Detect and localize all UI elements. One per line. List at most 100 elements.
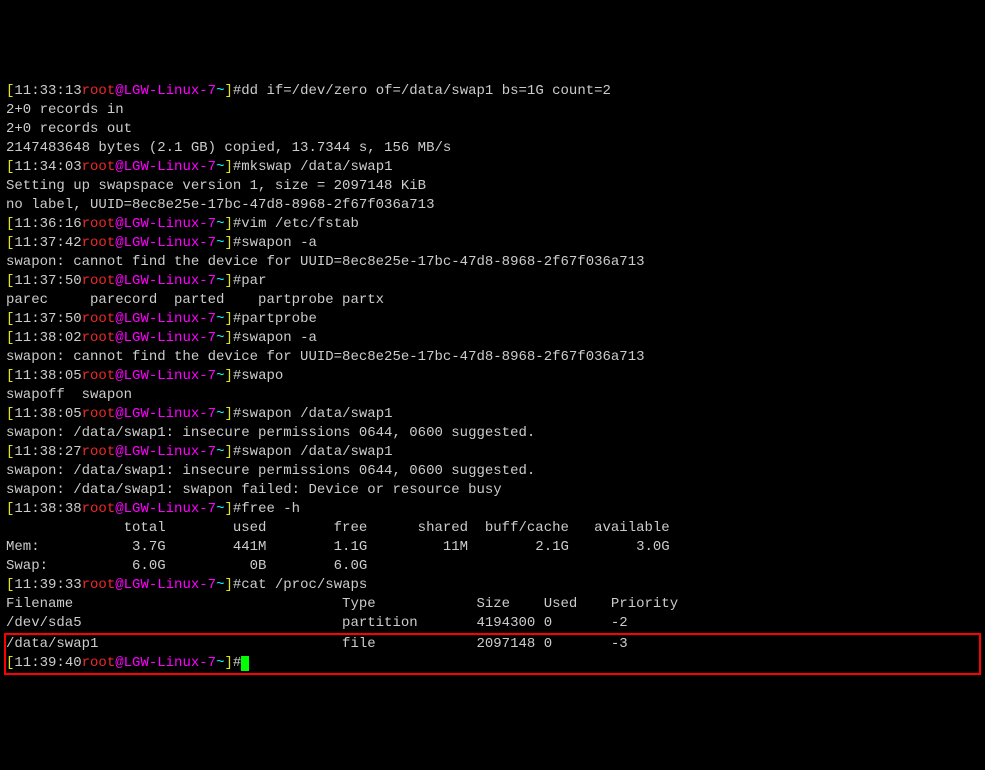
terminal-line: [11:37:50root@LGW-Linux-7~]#partprobe xyxy=(6,310,979,329)
terminal-segment: swapon: /data/swap1: insecure permission… xyxy=(6,463,535,479)
prompt-user: root xyxy=(82,655,116,671)
terminal-line: [11:37:50root@LGW-Linux-7~]#par xyxy=(6,272,979,291)
terminal-segment: #vim /etc/fstab xyxy=(233,216,359,232)
terminal-segment: @LGW-Linux-7 xyxy=(115,311,216,327)
terminal-segment: swapoff swapon xyxy=(6,387,132,403)
terminal-segment: 11:33:13 xyxy=(14,83,81,99)
terminal-segment: root xyxy=(82,273,116,289)
terminal-segment: root xyxy=(82,444,116,460)
terminal-segment: ] xyxy=(224,577,232,593)
terminal-segment: @LGW-Linux-7 xyxy=(115,235,216,251)
terminal-segment: /dev/sda5 partition 4194300 0 -2 xyxy=(6,615,628,631)
terminal-line: [11:37:42root@LGW-Linux-7~]#swapon -a xyxy=(6,234,979,253)
terminal-line: [11:38:27root@LGW-Linux-7~]#swapon /data… xyxy=(6,443,979,462)
terminal-segment: @LGW-Linux-7 xyxy=(115,501,216,517)
terminal-segment: root xyxy=(82,406,116,422)
terminal-segment: 11:37:50 xyxy=(14,273,81,289)
terminal-line: total used free shared buff/cache availa… xyxy=(6,519,979,538)
terminal-segment: #swapon -a xyxy=(233,235,317,251)
terminal-segment: root xyxy=(82,330,116,346)
terminal-segment: #cat /proc/swaps xyxy=(233,577,367,593)
terminal-segment: ] xyxy=(224,444,232,460)
terminal-segment: ] xyxy=(224,216,232,232)
prompt-time: 11:39:40 xyxy=(14,655,81,671)
terminal-segment: @LGW-Linux-7 xyxy=(115,83,216,99)
terminal-line: swapon: cannot find the device for UUID=… xyxy=(6,348,979,367)
terminal-line: parec parecord parted partprobe partx xyxy=(6,291,979,310)
terminal-segment: root xyxy=(82,216,116,232)
terminal-segment: swapon: /data/swap1: swapon failed: Devi… xyxy=(6,482,502,498)
terminal-line: no label, UUID=8ec8e25e-17bc-47d8-8968-2… xyxy=(6,196,979,215)
terminal-segment: @LGW-Linux-7 xyxy=(115,368,216,384)
terminal-segment: #swapon /data/swap1 xyxy=(233,444,393,460)
terminal-segment: ] xyxy=(224,406,232,422)
terminal-segment: 11:37:50 xyxy=(14,311,81,327)
terminal-line: swapoff swapon xyxy=(6,386,979,405)
terminal-segment: 11:34:03 xyxy=(14,159,81,175)
terminal-segment: root xyxy=(82,159,116,175)
terminal-segment: ] xyxy=(224,273,232,289)
terminal-segment: @LGW-Linux-7 xyxy=(115,159,216,175)
terminal-segment: #swapon /data/swap1 xyxy=(233,406,393,422)
terminal-segment: Filename Type Size Used Priority xyxy=(6,596,678,612)
terminal-segment: #swapo xyxy=(233,368,283,384)
terminal-segment: ] xyxy=(224,159,232,175)
terminal-segment: root xyxy=(82,311,116,327)
terminal-line: [11:39:33root@LGW-Linux-7~]#cat /proc/sw… xyxy=(6,576,979,595)
terminal-segment: no label, UUID=8ec8e25e-17bc-47d8-8968-2… xyxy=(6,197,434,213)
terminal-segment: #free -h xyxy=(233,501,300,517)
terminal-segment: ] xyxy=(224,501,232,517)
terminal-line: 2+0 records out xyxy=(6,120,979,139)
terminal-segment: root xyxy=(82,501,116,517)
terminal-line: 2+0 records in xyxy=(6,101,979,120)
terminal-segment: 11:38:05 xyxy=(14,406,81,422)
terminal-segment: parec parecord parted partprobe partx xyxy=(6,292,384,308)
prompt-bracket: [ xyxy=(6,655,14,671)
terminal-segment: ] xyxy=(224,311,232,327)
prompt-hash: # xyxy=(233,655,241,671)
terminal-segment: #mkswap /data/swap1 xyxy=(233,159,393,175)
terminal-segment: total used free shared buff/cache availa… xyxy=(6,520,670,536)
terminal-line: Setting up swapspace version 1, size = 2… xyxy=(6,177,979,196)
terminal-segment: #swapon -a xyxy=(233,330,317,346)
terminal-line: [11:38:05root@LGW-Linux-7~]#swapo xyxy=(6,367,979,386)
terminal-line: /data/swap1 file 2097148 0 -3 xyxy=(6,635,979,654)
terminal-line: [11:33:13root@LGW-Linux-7~]#dd if=/dev/z… xyxy=(6,82,979,101)
terminal-line: swapon: /data/swap1: insecure permission… xyxy=(6,462,979,481)
terminal-segment: 2147483648 bytes (2.1 GB) copied, 13.734… xyxy=(6,140,451,156)
terminal-segment: #partprobe xyxy=(233,311,317,327)
terminal-line: swapon: /data/swap1: insecure permission… xyxy=(6,424,979,443)
terminal-segment: Swap: 6.0G 0B 6.0G xyxy=(6,558,367,574)
prompt-host: @LGW-Linux-7 xyxy=(115,655,216,671)
prompt-dir: ~ xyxy=(216,655,224,671)
terminal-segment: #dd if=/dev/zero of=/data/swap1 bs=1G co… xyxy=(233,83,611,99)
terminal-segment: ] xyxy=(224,235,232,251)
terminal-segment: @LGW-Linux-7 xyxy=(115,330,216,346)
terminal-segment: Setting up swapspace version 1, size = 2… xyxy=(6,178,426,194)
terminal-segment: @LGW-Linux-7 xyxy=(115,273,216,289)
terminal-segment: 11:39:33 xyxy=(14,577,81,593)
terminal-segment: Mem: 3.7G 441M 1.1G 11M 2.1G 3.0G xyxy=(6,539,670,555)
terminal-segment: 2+0 records out xyxy=(6,121,132,137)
terminal-output[interactable]: [11:33:13root@LGW-Linux-7~]#dd if=/dev/z… xyxy=(6,82,979,675)
terminal-segment: @LGW-Linux-7 xyxy=(115,444,216,460)
terminal-segment: swapon: cannot find the device for UUID=… xyxy=(6,254,645,270)
terminal-segment: ] xyxy=(224,83,232,99)
terminal-line: swapon: /data/swap1: swapon failed: Devi… xyxy=(6,481,979,500)
terminal-line: [11:36:16root@LGW-Linux-7~]#vim /etc/fst… xyxy=(6,215,979,234)
terminal-segment: 11:38:02 xyxy=(14,330,81,346)
terminal-line: Swap: 6.0G 0B 6.0G xyxy=(6,557,979,576)
terminal-segment: ] xyxy=(224,330,232,346)
terminal-line: [11:38:38root@LGW-Linux-7~]#free -h xyxy=(6,500,979,519)
terminal-segment: root xyxy=(82,83,116,99)
terminal-segment: ] xyxy=(224,368,232,384)
terminal-line: Mem: 3.7G 441M 1.1G 11M 2.1G 3.0G xyxy=(6,538,979,557)
terminal-segment: 11:37:42 xyxy=(14,235,81,251)
terminal-segment: root xyxy=(82,368,116,384)
terminal-line: [11:34:03root@LGW-Linux-7~]#mkswap /data… xyxy=(6,158,979,177)
terminal-line: [11:38:02root@LGW-Linux-7~]#swapon -a xyxy=(6,329,979,348)
terminal-prompt-line[interactable]: [11:39:40root@LGW-Linux-7~]# xyxy=(6,654,979,673)
terminal-segment: 11:36:16 xyxy=(14,216,81,232)
prompt-bracket: ] xyxy=(224,655,232,671)
terminal-segment: @LGW-Linux-7 xyxy=(115,406,216,422)
